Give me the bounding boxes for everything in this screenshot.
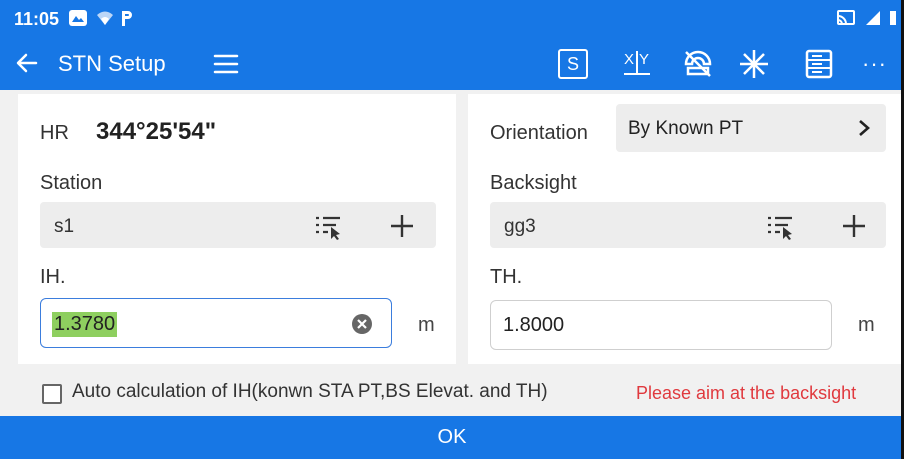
station-field[interactable]: s1	[40, 202, 436, 248]
backsight-field[interactable]: gg3	[490, 202, 886, 248]
select-from-list-icon[interactable]	[766, 212, 794, 240]
th-input[interactable]: 1.8000	[490, 300, 832, 350]
backsight-label: Backsight	[490, 172, 577, 194]
status-bar: 11:05	[0, 0, 904, 38]
battery-icon	[890, 11, 896, 25]
options-row: Auto calculation of IH(konwn STA PT,BS E…	[0, 364, 904, 416]
th-unit: m	[858, 314, 875, 336]
cast-icon	[837, 10, 855, 25]
status-right-icons	[836, 9, 896, 27]
back-arrow-icon[interactable]	[14, 50, 40, 76]
auto-calc-checkbox[interactable]	[42, 384, 62, 404]
xy-swap-button[interactable]: X Y	[620, 48, 654, 80]
more-options-button[interactable]: ···	[862, 48, 887, 80]
svg-text:Y: Y	[639, 51, 649, 68]
xy-axis-icon: X Y	[624, 51, 650, 75]
ih-label: IH.	[40, 266, 66, 288]
orientation-value: By Known PT	[628, 118, 744, 139]
compass-off-button[interactable]	[682, 48, 714, 80]
page-title: STN Setup	[58, 51, 166, 76]
more-options-icon: ···	[862, 51, 887, 76]
svg-text:X: X	[624, 51, 634, 68]
data-list-button[interactable]	[804, 48, 834, 80]
ih-unit: m	[418, 314, 435, 336]
hamburger-menu-icon[interactable]	[212, 50, 240, 78]
station-panel: HR 344°25'54" Station s1 IH. 1.3780 m	[18, 94, 456, 364]
add-station-icon[interactable]	[388, 212, 416, 240]
th-value: 1.8000	[503, 314, 565, 336]
ok-button[interactable]: OK	[0, 416, 904, 459]
wifi-icon	[97, 11, 113, 25]
station-label: Station	[40, 172, 103, 194]
orientation-label: Orientation	[490, 122, 588, 144]
auto-calc-label: Auto calculation of IH(konwn STA PT,BS E…	[72, 381, 548, 402]
backsight-value: gg3	[504, 216, 536, 237]
parking-notification-icon	[122, 11, 132, 26]
database-list-icon	[805, 49, 833, 79]
hr-value: 344°25'54"	[96, 118, 217, 145]
gallery-notification-icon	[69, 10, 87, 26]
compass-off-icon	[684, 50, 712, 77]
orientation-selector[interactable]: By Known PT	[616, 104, 886, 152]
laser-button[interactable]	[738, 48, 770, 80]
th-label: TH.	[490, 266, 523, 288]
ih-input[interactable]: 1.3780	[40, 298, 392, 348]
add-backsight-icon[interactable]	[840, 212, 868, 240]
station-value: s1	[54, 216, 75, 237]
hr-label: HR	[40, 122, 69, 144]
s-button-label: S	[558, 49, 588, 79]
warning-message: Please aim at the backsight	[636, 383, 857, 403]
ok-button-label: OK	[437, 426, 467, 448]
chevron-right-icon	[859, 120, 870, 136]
laser-star-icon	[740, 50, 768, 78]
clear-input-icon[interactable]	[351, 313, 373, 335]
app-bar: STN Setup S X Y ···	[0, 38, 904, 90]
select-from-list-icon[interactable]	[314, 212, 342, 240]
signal-icon	[866, 11, 880, 25]
status-time: 11:05	[14, 9, 60, 29]
s-button[interactable]: S	[558, 48, 588, 80]
main-content: HR 344°25'54" Station s1 IH. 1.3780 m Or…	[0, 90, 904, 416]
ih-value: 1.3780	[52, 312, 118, 337]
